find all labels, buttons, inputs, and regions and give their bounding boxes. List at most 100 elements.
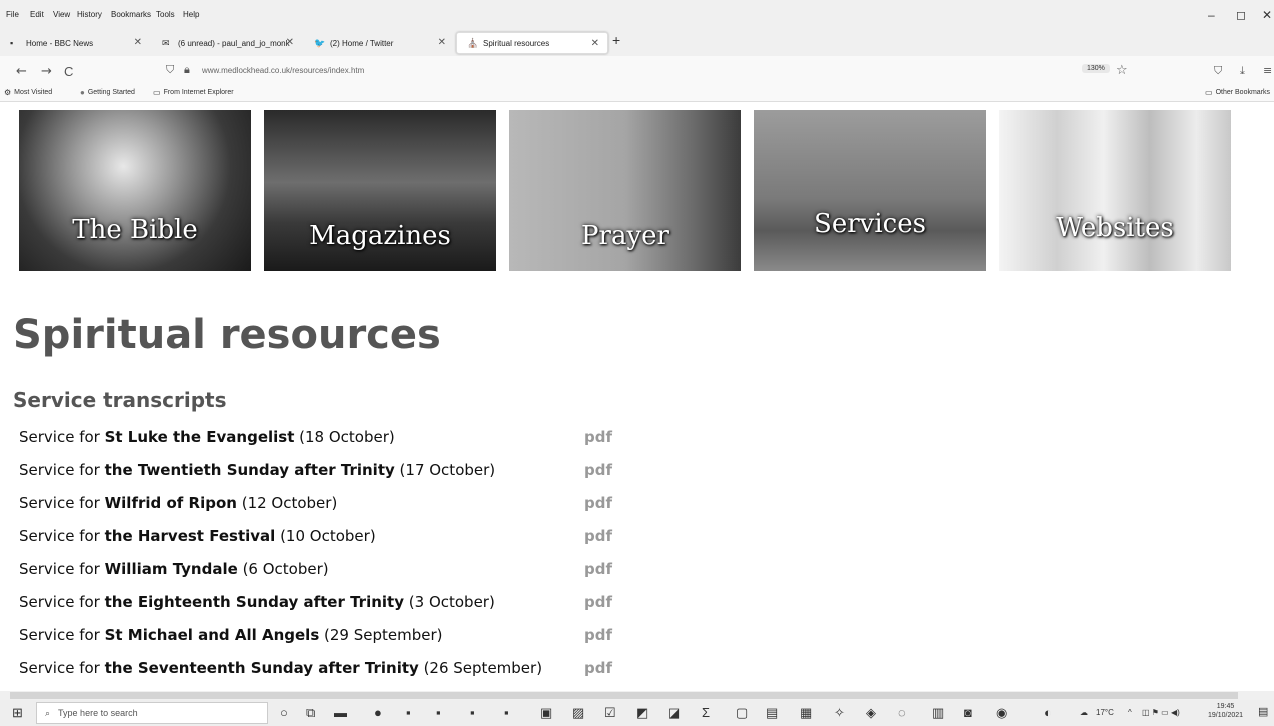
app-icon[interactable]: ▣ [540,705,552,721]
menu-edit[interactable]: Edit [30,10,44,19]
close-tab-icon[interactable]: ✕ [438,37,446,48]
service-prefix: Service for [19,428,105,446]
tab-mail[interactable]: ✉ (6 unread) - paul_and_jo_monk ✕ [152,32,302,54]
camera-icon[interactable]: ◙ [964,705,972,720]
menu-history[interactable]: History [77,10,102,19]
windows-start-icon[interactable]: ⊞ [12,705,23,721]
menu-help[interactable]: Help [183,10,199,19]
bookmark-star-icon[interactable]: ☆ [1116,63,1128,78]
tile-prayer[interactable]: Prayer [509,110,741,271]
notifications-icon[interactable]: ▤ [1258,705,1268,718]
clock[interactable]: 19:45 19/10/2021 [1208,702,1243,720]
app-icon[interactable]: ▨ [572,705,584,721]
menu-tools[interactable]: Tools [156,10,175,19]
task-view-icon[interactable]: ⧉ [306,705,315,721]
tab-label: Home - BBC News [26,38,94,48]
taskbar: ⊞ ⌕ Type here to search ○ ⧉ ▬ ● ▪ ▪ ▪ ▪ … [0,700,1274,726]
temperature[interactable]: 17°C [1096,708,1114,717]
weather-icon[interactable]: ☁ [1080,708,1088,717]
site-icon: ⛪ [467,37,479,48]
tab-twitter[interactable]: 🐦 (2) Home / Twitter ✕ [304,32,454,54]
horizontal-scrollbar[interactable] [0,691,1274,700]
tray-icons[interactable]: ◫ ⚑ ▭ ◀) [1142,708,1180,717]
firefox-icon: ● [80,88,85,97]
app-icon[interactable]: ▪ [504,705,509,720]
pdf-link[interactable]: pdf [584,461,612,479]
bookmark-most-visited[interactable]: ⚙ Most Visited [4,88,52,97]
app-icon[interactable]: ◉ [996,705,1007,721]
menu-bookmarks[interactable]: Bookmarks [111,10,151,19]
sigma-icon[interactable]: Σ [702,705,710,720]
minimize-button[interactable]: – [1208,8,1215,22]
people-icon[interactable]: ◐ [1044,705,1052,720]
service-description: Service for St Michael and All Angels (2… [19,626,443,644]
download-icon[interactable]: ⤓ [1240,64,1245,78]
twitter-icon: 🐦 [314,37,326,48]
pdf-link[interactable]: pdf [584,560,612,578]
menu-file[interactable]: File [6,10,19,19]
cortana-icon[interactable]: ○ [280,705,288,720]
clock-time: 19:45 [1216,703,1235,710]
hamburger-menu-icon[interactable]: ≡ [1263,64,1272,77]
chevron-up-icon[interactable]: ^ [1128,708,1132,717]
tab-label: Spiritual resources [483,38,550,48]
reload-button[interactable]: C [64,64,73,79]
app-icon[interactable]: ▪ [406,705,411,720]
tile-websites[interactable]: Websites [999,110,1231,271]
bookmark-label: Getting Started [87,89,135,96]
back-button[interactable]: ← [16,64,27,79]
maximize-button[interactable]: ◻ [1236,8,1246,22]
app-icon[interactable]: ◈ [866,705,876,721]
bookmarks-bar: ⚙ Most Visited ● Getting Started ▭ From … [0,86,1274,102]
pdf-link[interactable]: pdf [584,593,612,611]
tab-spiritual-resources[interactable]: ⛪ Spiritual resources ✕ [456,32,608,54]
new-tab-button[interactable]: + [612,32,620,48]
app-icon[interactable]: ▪ [436,705,441,720]
close-tab-icon[interactable]: ✕ [286,37,294,48]
pdf-link[interactable]: pdf [584,659,612,677]
tile-the-bible[interactable]: The Bible [19,110,251,271]
app-icon[interactable]: ▦ [800,705,812,721]
url-text[interactable]: www.medlockhead.co.uk/resources/index.ht… [202,66,364,75]
bookmark-from-ie[interactable]: ▭ From Internet Explorer [153,88,234,97]
firefox-icon[interactable]: ● [374,705,382,720]
close-tab-icon[interactable]: ✕ [134,37,142,48]
service-prefix: Service for [19,659,105,677]
lock-icon: 🔒︎ [184,63,190,76]
menu-bar: File Edit View History Bookmarks Tools H… [0,0,1274,28]
bookmark-getting-started[interactable]: ● Getting Started [80,88,135,97]
app-icon[interactable]: ☑ [604,705,616,721]
close-window-button[interactable]: ✕ [1262,8,1272,22]
url-bar[interactable]: ⛉ 🔒︎ www.medlockhead.co.uk/resources/ind… [160,60,1150,82]
app-icon[interactable]: ◌ [898,705,906,720]
close-tab-icon[interactable]: ✕ [591,38,599,49]
app-icon[interactable]: ✧ [834,705,845,721]
taskbar-search[interactable]: ⌕ Type here to search [36,702,268,724]
pdf-link[interactable]: pdf [584,626,612,644]
pocket-icon[interactable]: ⛉ [1214,64,1222,78]
tab-bbc-news[interactable]: ▪ Home - BBC News ✕ [0,32,150,54]
zoom-level[interactable]: 130% [1082,64,1110,73]
scrollbar-thumb[interactable] [10,692,1238,699]
pdf-link[interactable]: pdf [584,527,612,545]
pdf-link[interactable]: pdf [584,494,612,512]
app-icon[interactable]: ▤ [766,705,778,721]
service-description: Service for the Eighteenth Sunday after … [19,593,495,611]
app-icon[interactable]: ▪ [470,705,475,720]
tile-services[interactable]: Services [754,110,986,271]
pdf-link[interactable]: pdf [584,428,612,446]
app-icon[interactable]: ◪ [668,705,680,721]
file-explorer-icon[interactable]: ▬ [334,705,347,720]
tile-label: Magazines [309,221,451,251]
search-placeholder: Type here to search [58,708,138,718]
service-date: (6 October) [242,560,329,578]
tile-magazines[interactable]: Magazines [264,110,496,271]
mail-icon: ✉ [162,37,170,48]
app-icon[interactable]: ▢ [736,705,748,721]
app-icon[interactable]: ◩ [636,705,648,721]
menu-view[interactable]: View [53,10,70,19]
app-icon[interactable]: ▥ [932,705,944,721]
service-name: the Seventeenth Sunday after Trinity [104,659,419,677]
forward-button[interactable]: → [41,64,52,79]
bookmark-other[interactable]: ▭ Other Bookmarks [1205,88,1270,97]
